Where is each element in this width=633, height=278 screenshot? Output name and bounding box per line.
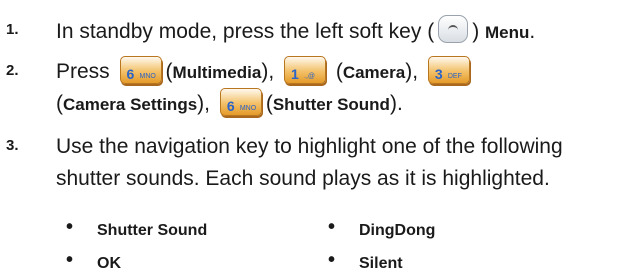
step-text-mid: ) bbox=[472, 20, 486, 43]
bullet: • bbox=[328, 249, 336, 271]
option-shutter-sound: Shutter Sound bbox=[97, 222, 208, 239]
step-text-start: In standby mode, press the left soft key… bbox=[56, 20, 435, 43]
step-text: In standby mode, press the left soft key… bbox=[56, 15, 535, 48]
step-number: 1. bbox=[6, 21, 19, 38]
camera-settings-label: Camera Settings bbox=[63, 95, 198, 114]
step-text-line-2: shutter sounds. Each sound plays as it i… bbox=[56, 167, 550, 190]
option-dingdong: DingDong bbox=[359, 222, 436, 239]
step-text-line-2: (Camera Settings), 6 MNO (Shutter Sound). bbox=[56, 88, 403, 120]
step-text-line-1: Press 6 MNO (Multimedia), 1 .,@ (Camera), 3… bbox=[56, 56, 474, 88]
step-number: 2. bbox=[6, 62, 19, 79]
bullet: • bbox=[66, 216, 74, 238]
bullet: • bbox=[66, 249, 74, 271]
menu-label: Menu bbox=[485, 23, 530, 42]
step-number: 3. bbox=[6, 137, 19, 154]
option-ok: OK bbox=[97, 255, 121, 272]
multimedia-label: Multimedia bbox=[172, 63, 262, 82]
bullet: • bbox=[328, 216, 336, 238]
option-silent: Silent bbox=[359, 255, 403, 272]
shutter-sound-label: Shutter Sound bbox=[272, 95, 390, 114]
key-6-icon: 6 MNO bbox=[219, 88, 262, 116]
key-6-icon: 6 MNO bbox=[119, 56, 162, 84]
step-text-line-1: Use the navigation key to highlight one … bbox=[56, 135, 563, 158]
step-text-end: . bbox=[529, 20, 536, 43]
key-3-icon: 3 DEF bbox=[427, 56, 470, 84]
left-soft-key-icon bbox=[438, 15, 469, 43]
press-label: Press bbox=[56, 60, 110, 83]
key-1-icon: 1 .,@ bbox=[284, 56, 326, 84]
camera-label: Camera bbox=[342, 63, 406, 82]
